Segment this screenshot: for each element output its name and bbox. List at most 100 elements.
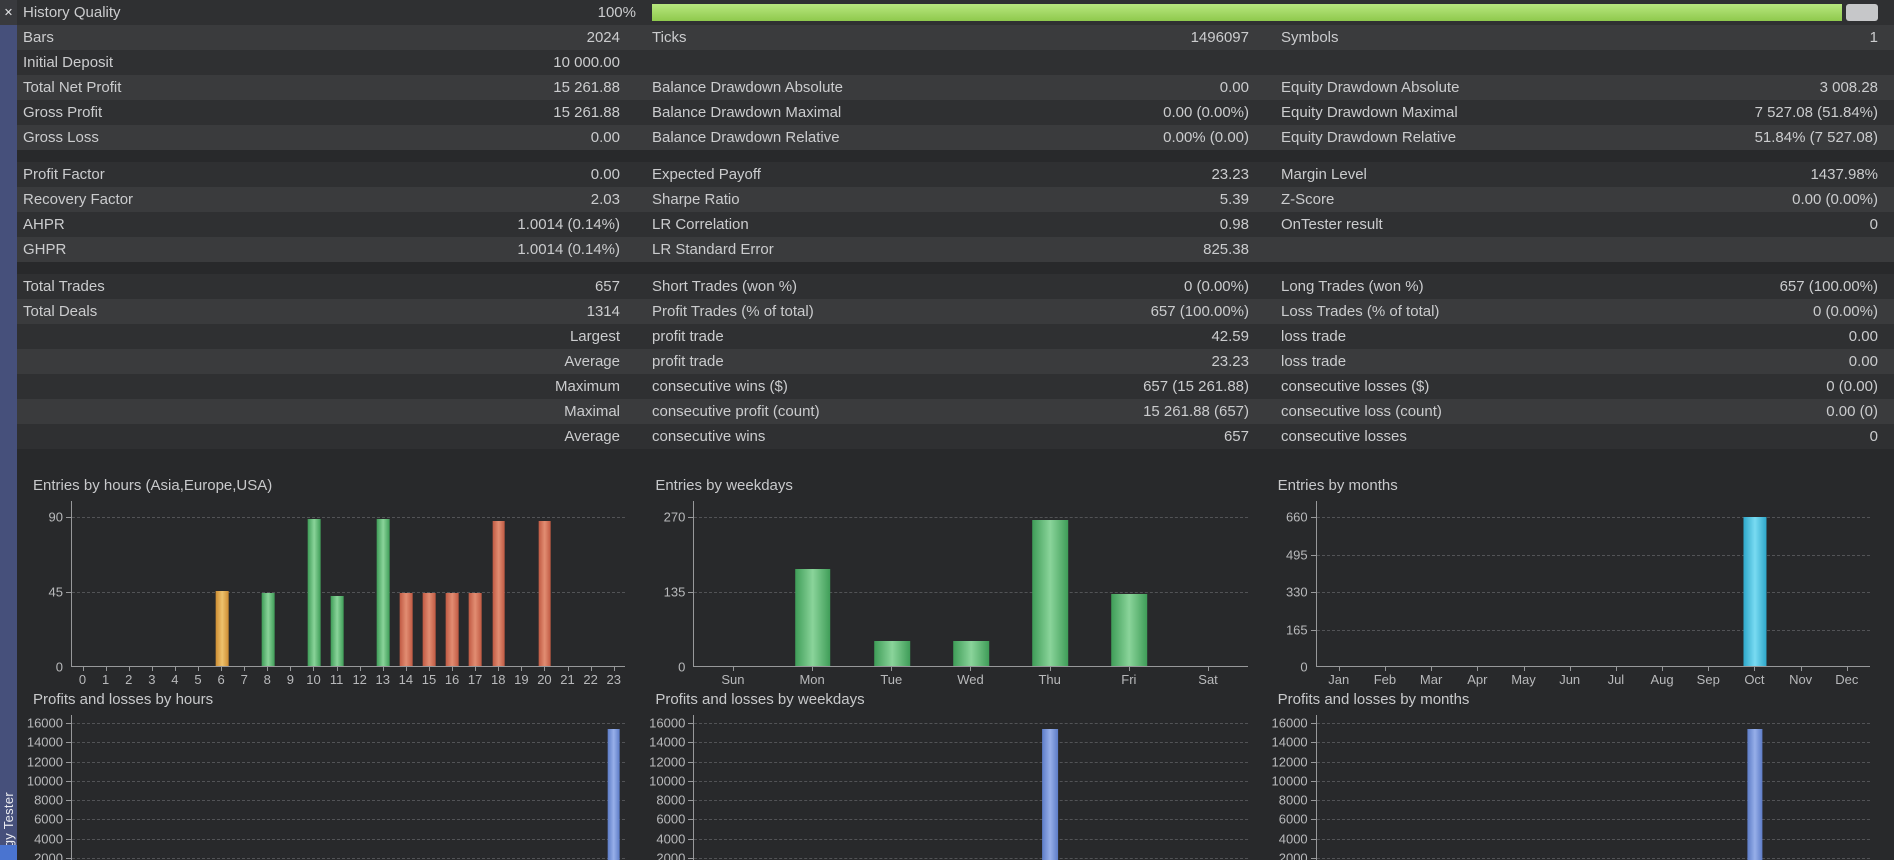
- x-tick-label: 4: [163, 667, 186, 689]
- y-tick-label: 495: [1285, 547, 1308, 562]
- gridline: [1310, 761, 1870, 763]
- x-tick-label: Sat: [1168, 667, 1247, 689]
- x-tickmark: [82, 667, 84, 671]
- stat-label: Gross Loss: [23, 129, 99, 146]
- stat-cell: Short Trades (won %) 0 (0.00%): [636, 274, 1265, 299]
- stat-value: 7 527.08 (51.84%): [1754, 104, 1878, 121]
- x-tick-label: Nov: [1778, 667, 1824, 689]
- x-tick-label: Dec: [1824, 667, 1870, 689]
- x-tickmark: [1615, 667, 1617, 671]
- y-axis: 0 165 330 495 660: [1270, 501, 1316, 675]
- x-tickmark: [1338, 667, 1340, 671]
- stats-row: History Quality 100%: [17, 0, 1894, 25]
- y-tick-label: 4000: [656, 831, 686, 846]
- gridline: [65, 761, 626, 763]
- stats-row: Average consecutive wins 657 consecutive lo…: [17, 424, 1894, 449]
- y-tick-label: 2000: [1278, 850, 1308, 860]
- gridline: [65, 723, 626, 724]
- x-tickmark: [521, 667, 523, 671]
- chart-plot: [1310, 501, 1870, 667]
- stat-cell: History Quality 100%: [17, 0, 652, 25]
- close-report-button[interactable]: ✕: [0, 0, 17, 25]
- y-tick-label: 45: [48, 584, 63, 600]
- stats-row: Total Deals 1314 Profit Trades (% of total…: [17, 299, 1894, 324]
- x-label: 23: [606, 672, 621, 687]
- gridline: [65, 800, 626, 801]
- stat-label: Bars: [23, 29, 54, 46]
- stat-cell: [636, 50, 1265, 75]
- x-tick-label: 23: [602, 667, 625, 689]
- chart-entries-by-months: Entries by months 0 165 330 495 660 Jan Feb Mar A…: [1270, 477, 1884, 689]
- stats-row: Initial Deposit 10 000.00: [17, 50, 1894, 75]
- stat-cell: loss trade 0.00: [1265, 324, 1894, 349]
- y-tick-label: 16000: [649, 715, 686, 731]
- stat-cell: Recovery Factor 2.03: [17, 187, 636, 212]
- gridline: [1310, 780, 1870, 782]
- x-tick-label: 17: [464, 667, 487, 689]
- stat-label: [23, 324, 570, 349]
- x-tickmark: [732, 667, 734, 671]
- chart-plot: [688, 715, 1248, 860]
- x-tickmark: [174, 667, 176, 671]
- y-axis: 0 135 270: [647, 501, 693, 675]
- x-label: 8: [263, 672, 271, 687]
- y-tick-label: 12000: [1271, 754, 1308, 769]
- stat-value: 15 261.88: [553, 79, 620, 96]
- stat-value: 1496097: [1190, 29, 1249, 46]
- stat-value: 0 (0.00): [1826, 378, 1878, 395]
- stats-table: History Quality 100% Bars 2024 Ticks 1496097 S…: [17, 0, 1894, 449]
- x-tickmark: [1128, 667, 1130, 671]
- chart-title: Entries by weekdays: [655, 477, 793, 494]
- stat-cell: Total Deals 1314: [17, 299, 636, 324]
- stat-value: 15 261.88: [553, 104, 620, 121]
- stat-label: History Quality: [23, 4, 121, 21]
- x-label: 9: [286, 672, 294, 687]
- stat-label: [1281, 50, 1878, 75]
- chart-entries-by-hours: Entries by hours (Asia,Europe,USA) 0 45 90 0…: [25, 477, 639, 689]
- stat-label: [1281, 237, 1878, 262]
- x-tick-label: 7: [233, 667, 256, 689]
- stat-cell: Gross Loss 0.00: [17, 125, 636, 150]
- chart-bar: [953, 641, 989, 666]
- x-tick-label: Sun: [693, 667, 772, 689]
- stat-label: Loss Trades (% of total): [1281, 303, 1440, 320]
- stat-label: Long Trades (won %): [1281, 278, 1424, 295]
- stat-label: profit trade: [652, 328, 724, 345]
- y-tick-label: 14000: [26, 734, 63, 750]
- y-tick-label: 8000: [34, 792, 63, 808]
- x-label: Jan: [1328, 672, 1350, 687]
- x-label: Feb: [1373, 672, 1397, 687]
- y-tick-label: 10000: [649, 773, 686, 789]
- stat-value: 0 (0.00%): [1812, 303, 1878, 320]
- chart-bar: [1747, 729, 1763, 860]
- x-label: Sun: [721, 672, 745, 687]
- gridline: [688, 819, 1248, 821]
- x-label: 5: [194, 672, 202, 687]
- x-label: Mar: [1419, 672, 1443, 687]
- y-tick-label: 135: [663, 584, 686, 600]
- x-tickmark: [128, 667, 130, 671]
- stat-cell: Long Trades (won %) 657 (100.00%): [1265, 274, 1894, 299]
- stat-label: OnTester result: [1281, 216, 1383, 233]
- gridline: [65, 780, 626, 782]
- gridline: [65, 838, 626, 840]
- chart-bar: [376, 519, 390, 666]
- x-tickmark: [428, 667, 430, 671]
- stat-label: consecutive losses ($): [1281, 378, 1430, 395]
- stat-cell: Loss Trades (% of total) 0 (0.00%): [1265, 299, 1894, 324]
- x-tick-label: Jul: [1593, 667, 1639, 689]
- x-label: 19: [514, 672, 529, 687]
- stat-cell: Balance Drawdown Absolute 0.00: [636, 75, 1265, 100]
- gridline: [688, 800, 1248, 801]
- chart-profits-losses-by-weekdays: Profits and losses by weekdays0200040006…: [647, 691, 1261, 860]
- stat-cell: consecutive losses ($) 0 (0.00): [1265, 374, 1894, 399]
- gridline: [1310, 800, 1870, 801]
- x-tickmark: [1477, 667, 1479, 671]
- x-tickmark: [891, 667, 893, 671]
- y-tick-label: 660: [1285, 509, 1308, 525]
- stat-label: Recovery Factor: [23, 191, 134, 208]
- stat-label: Initial Deposit: [23, 54, 114, 71]
- stat-value: 657: [1223, 428, 1249, 445]
- x-label: 2: [125, 672, 133, 687]
- stat-label: Total Deals: [23, 303, 98, 320]
